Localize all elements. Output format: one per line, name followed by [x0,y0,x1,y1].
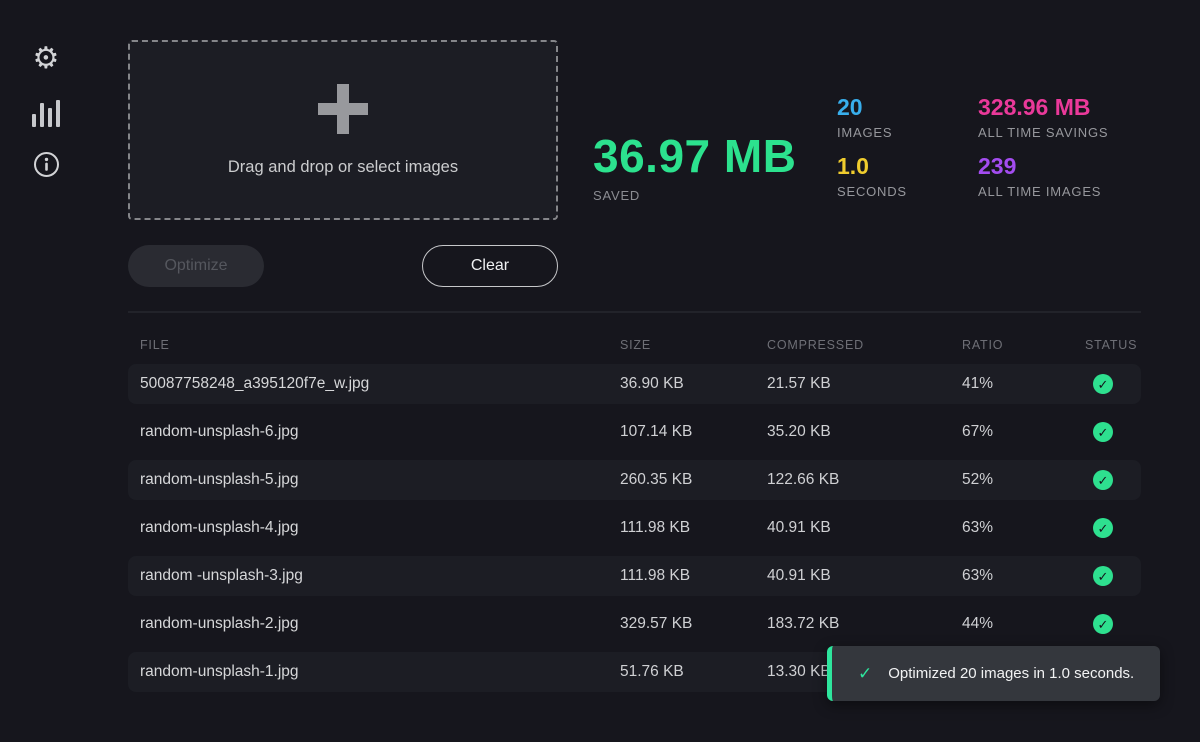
status-success-icon: ✓ [1093,566,1113,586]
gear-icon: ⚙ [33,44,60,74]
cell-ratio: 63% [962,519,1085,537]
dropzone-label: Drag and drop or select images [228,158,458,177]
stat-column-session: 20 IMAGES 1.0 SECONDS [837,94,907,199]
stat-column-alltime: 328.96 MB ALL TIME SAVINGS 239 ALL TIME … [978,94,1108,199]
cell-compressed: 21.57 KB [767,375,962,393]
cell-size: 329.57 KB [620,615,767,633]
cell-size: 111.98 KB [620,519,767,537]
table-row: random -unsplash-3.jpg 111.98 KB 40.91 K… [128,556,1141,596]
status-success-icon: ✓ [1093,374,1113,394]
bar-chart-icon [32,99,60,127]
stat-saved: 36.97 MB SAVED [593,130,796,203]
cell-ratio: 63% [962,567,1085,585]
dropzone[interactable]: Drag and drop or select images [128,40,558,220]
stat-images-value: 20 [837,94,907,121]
section-divider [128,311,1141,313]
header-status: STATUS [1085,338,1141,352]
cell-file: random-unsplash-1.jpg [128,663,620,681]
stat-saved-label: SAVED [593,188,796,203]
cell-size: 51.76 KB [620,663,767,681]
cell-file: random-unsplash-5.jpg [128,471,620,489]
check-icon: ✓ [858,664,872,684]
table-row: 50087758248_a395120f7e_w.jpg 36.90 KB 21… [128,364,1141,404]
cell-compressed: 183.72 KB [767,615,962,633]
stat-seconds: 1.0 SECONDS [837,153,907,199]
cell-size: 107.14 KB [620,423,767,441]
cell-file: 50087758248_a395120f7e_w.jpg [128,375,620,393]
stat-alltime-images: 239 ALL TIME IMAGES [978,153,1108,199]
cell-size: 36.90 KB [620,375,767,393]
stat-seconds-label: SECONDS [837,184,907,199]
status-success-icon: ✓ [1093,518,1113,538]
status-success-icon: ✓ [1093,422,1113,442]
cell-file: random-unsplash-2.jpg [128,615,620,633]
optimize-button[interactable]: Optimize [128,245,264,287]
table-row: random-unsplash-6.jpg 107.14 KB 35.20 KB… [128,412,1141,452]
cell-size: 111.98 KB [620,567,767,585]
cell-ratio: 41% [962,375,1085,393]
status-success-icon: ✓ [1093,470,1113,490]
sidebar: ⚙ [30,44,62,182]
cell-ratio: 67% [962,423,1085,441]
clear-button[interactable]: Clear [422,245,558,287]
stat-images-label: IMAGES [837,125,907,140]
status-success-icon: ✓ [1093,614,1113,634]
cell-compressed: 40.91 KB [767,519,962,537]
table-row: random-unsplash-4.jpg 111.98 KB 40.91 KB… [128,508,1141,548]
stat-saved-value: 36.97 MB [593,130,796,182]
stat-alltime-savings-value: 328.96 MB [978,94,1108,121]
stat-alltime-images-label: ALL TIME IMAGES [978,184,1108,199]
cell-file: random -unsplash-3.jpg [128,567,620,585]
sidebar-item-about[interactable] [31,152,61,182]
info-icon [33,151,60,183]
stat-alltime-savings: 328.96 MB ALL TIME SAVINGS [978,94,1108,140]
stat-alltime-images-value: 239 [978,153,1108,180]
plus-icon [318,84,368,134]
header-size: SIZE [620,338,767,352]
stat-alltime-savings-label: ALL TIME SAVINGS [978,125,1108,140]
header-file: FILE [128,338,620,352]
cell-ratio: 52% [962,471,1085,489]
stat-seconds-value: 1.0 [837,153,907,180]
table-row: random-unsplash-5.jpg 260.35 KB 122.66 K… [128,460,1141,500]
table-header: FILE SIZE COMPRESSED RATIO STATUS [128,332,1141,358]
cell-compressed: 40.91 KB [767,567,962,585]
sidebar-item-statistics[interactable] [31,98,61,128]
stat-images: 20 IMAGES [837,94,907,140]
header-ratio: RATIO [962,338,1085,352]
toast-notification: ✓ Optimized 20 images in 1.0 seconds. [827,646,1160,701]
results-table: FILE SIZE COMPRESSED RATIO STATUS 500877… [128,332,1141,700]
table-row: random-unsplash-2.jpg 329.57 KB 183.72 K… [128,604,1141,644]
cell-ratio: 44% [962,615,1085,633]
cell-compressed: 35.20 KB [767,423,962,441]
cell-file: random-unsplash-6.jpg [128,423,620,441]
header-compressed: COMPRESSED [767,338,962,352]
toast-message: Optimized 20 images in 1.0 seconds. [888,665,1134,682]
cell-compressed: 122.66 KB [767,471,962,489]
cell-size: 260.35 KB [620,471,767,489]
sidebar-item-settings[interactable]: ⚙ [31,44,61,74]
cell-file: random-unsplash-4.jpg [128,519,620,537]
